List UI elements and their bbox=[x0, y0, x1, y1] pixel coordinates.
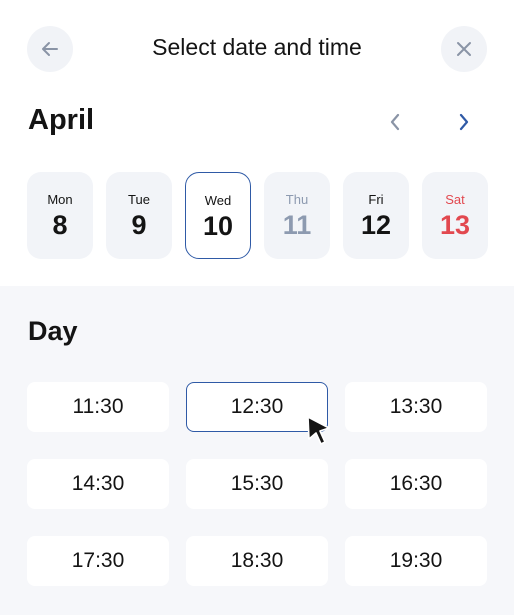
time-slot[interactable]: 19:30 bbox=[345, 536, 487, 586]
time-slot[interactable]: 17:30 bbox=[27, 536, 169, 586]
day-card-mon[interactable]: Mon 8 bbox=[27, 172, 93, 259]
day-number: 8 bbox=[52, 210, 68, 240]
next-week-button[interactable] bbox=[451, 108, 477, 136]
day-card-sat[interactable]: Sat 13 bbox=[422, 172, 488, 259]
close-icon bbox=[457, 42, 471, 56]
day-number: 10 bbox=[202, 211, 234, 241]
time-slots-section: Day 11:30 12:30 13:30 14:30 15:30 16:30 … bbox=[0, 286, 514, 615]
day-number: 11 bbox=[282, 210, 312, 240]
day-number: 13 bbox=[439, 210, 471, 240]
section-title: Day bbox=[28, 316, 78, 346]
day-name: Tue bbox=[128, 192, 150, 207]
time-slot[interactable]: 13:30 bbox=[345, 382, 487, 432]
header: Select date and time bbox=[0, 0, 514, 98]
time-slot[interactable]: 11:30 bbox=[27, 382, 169, 432]
month-title: April bbox=[28, 104, 95, 136]
day-name: Fri bbox=[368, 192, 384, 207]
chevron-right-icon bbox=[459, 113, 469, 131]
close-button[interactable] bbox=[441, 26, 487, 72]
time-slot[interactable]: 14:30 bbox=[27, 459, 169, 509]
time-slot[interactable]: 15:30 bbox=[186, 459, 328, 509]
day-card-thu[interactable]: Thu 11 bbox=[264, 172, 330, 259]
day-name: Sat bbox=[445, 192, 465, 207]
time-slot[interactable]: 16:30 bbox=[345, 459, 487, 509]
day-number: 9 bbox=[131, 210, 147, 240]
day-name: Thu bbox=[285, 192, 309, 207]
day-name: Mon bbox=[47, 192, 73, 207]
mouse-pointer-icon bbox=[307, 416, 330, 445]
day-card-wed[interactable]: Wed 10 bbox=[185, 172, 251, 259]
day-name: Wed bbox=[204, 193, 232, 208]
day-number: 12 bbox=[360, 210, 392, 240]
day-card-fri[interactable]: Fri 12 bbox=[343, 172, 409, 259]
time-slot[interactable]: 18:30 bbox=[186, 536, 328, 586]
chevron-left-icon bbox=[390, 113, 400, 131]
previous-week-button[interactable] bbox=[382, 108, 408, 136]
day-card-tue[interactable]: Tue 9 bbox=[106, 172, 172, 259]
page-title: Select date and time bbox=[152, 34, 362, 60]
